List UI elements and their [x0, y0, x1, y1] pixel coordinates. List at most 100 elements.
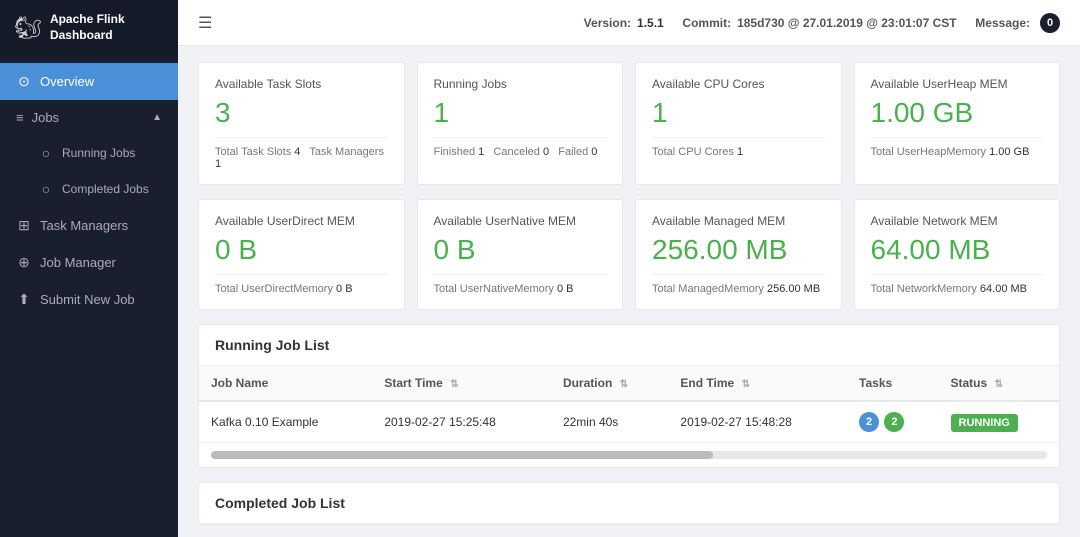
- running-job-list-section: Running Job List Job Name Start Time ⇅ D…: [198, 324, 1060, 468]
- stat-label-usernative-mem: Available UserNative MEM: [434, 214, 607, 228]
- sort-start-time-icon: ⇅: [450, 379, 458, 390]
- stat-card-task-slots: Available Task Slots 3 Total Task Slots …: [198, 62, 405, 185]
- stat-total-usernative: 0 B: [557, 283, 574, 295]
- dashboard-content: Available Task Slots 3 Total Task Slots …: [178, 46, 1080, 537]
- stats-row-1: Available Task Slots 3 Total Task Slots …: [198, 62, 1060, 185]
- version-label: Version:: [584, 16, 631, 30]
- stat-card-userdirect-mem: Available UserDirect MEM 0 B Total UserD…: [198, 199, 405, 310]
- stat-footer-network-mem: Total NetworkMemory 64.00 MB: [871, 274, 1044, 295]
- stat-total-userheap: 1.00 GB: [989, 146, 1029, 158]
- stat-footer-task-slots: Total Task Slots 4 Task Managers 1: [215, 137, 388, 170]
- sidebar-header: 🐿 Apache Flink Dashboard: [0, 0, 178, 55]
- job-manager-icon: ⊕: [16, 254, 32, 271]
- sidebar-item-jobs[interactable]: ≡ Jobs ▲: [0, 100, 178, 135]
- stat-footer-userheap-mem: Total UserHeapMemory 1.00 GB: [871, 137, 1044, 158]
- task-badge-blue: 2: [859, 412, 879, 432]
- running-job-list-title: Running Job List: [199, 325, 1059, 366]
- stat-card-running-jobs: Running Jobs 1 Finished 1 Canceled 0 Fai…: [417, 62, 624, 185]
- stat-total-cpu: 1: [737, 146, 743, 158]
- menu-toggle-icon[interactable]: ☰: [198, 13, 212, 33]
- stat-total-managed: 256.00 MB: [767, 283, 820, 295]
- stat-footer-running-jobs: Finished 1 Canceled 0 Failed 0: [434, 137, 607, 158]
- horizontal-scrollbar[interactable]: [211, 451, 1047, 459]
- topbar-left: ☰: [198, 13, 212, 33]
- message-badge[interactable]: 0: [1040, 13, 1060, 33]
- stat-card-managed-mem: Available Managed MEM 256.00 MB Total Ma…: [635, 199, 842, 310]
- table-header-row: Job Name Start Time ⇅ Duration ⇅ End Tim…: [199, 366, 1059, 401]
- cell-tasks: 2 2: [847, 401, 938, 443]
- stat-footer-cpu-cores: Total CPU Cores 1: [652, 137, 825, 158]
- scrollbar-thumb: [211, 451, 713, 459]
- stat-value-userdirect-mem: 0 B: [215, 236, 388, 264]
- stat-label-cpu-cores: Available CPU Cores: [652, 77, 825, 91]
- stat-card-cpu-cores: Available CPU Cores 1 Total CPU Cores 1: [635, 62, 842, 185]
- sidebar-nav: ⊙ Overview ≡ Jobs ▲ ○ Running Jobs ○ Com…: [0, 55, 178, 537]
- sort-status-icon: ⇅: [995, 379, 1003, 390]
- stat-footer-usernative-mem: Total UserNativeMemory 0 B: [434, 274, 607, 295]
- commit-value: 185d730 @ 27.01.2019 @ 23:01:07 CST: [737, 16, 957, 30]
- stat-label-managed-mem: Available Managed MEM: [652, 214, 825, 228]
- col-status[interactable]: Status ⇅: [939, 366, 1060, 401]
- sidebar-item-completed-jobs[interactable]: ○ Completed Jobs: [0, 171, 178, 207]
- stat-value-network-mem: 64.00 MB: [871, 236, 1044, 264]
- main-content: ☰ Version: 1.5.1 Commit: 185d730 @ 27.01…: [178, 0, 1080, 537]
- stat-value-userheap-mem: 1.00 GB: [871, 99, 1044, 127]
- stat-value-cpu-cores: 1: [652, 99, 825, 127]
- topbar: ☰ Version: 1.5.1 Commit: 185d730 @ 27.01…: [178, 0, 1080, 46]
- stat-label-userdirect-mem: Available UserDirect MEM: [215, 214, 388, 228]
- cell-job-name: Kafka 0.10 Example: [199, 401, 372, 443]
- stat-label-running-jobs: Running Jobs: [434, 77, 607, 91]
- stat-label-network-mem: Available Network MEM: [871, 214, 1044, 228]
- stat-finished: 1: [478, 146, 484, 158]
- cell-end-time: 2019-02-27 15:48:28: [668, 401, 847, 443]
- topbar-right: Version: 1.5.1 Commit: 185d730 @ 27.01.2…: [584, 13, 1060, 33]
- cell-duration: 22min 40s: [551, 401, 668, 443]
- stat-footer-userdirect-mem: Total UserDirectMemory 0 B: [215, 274, 388, 295]
- stat-card-network-mem: Available Network MEM 64.00 MB Total Net…: [854, 199, 1061, 310]
- table-row[interactable]: Kafka 0.10 Example 2019-02-27 15:25:48 2…: [199, 401, 1059, 443]
- sidebar-item-running-jobs[interactable]: ○ Running Jobs: [0, 135, 178, 171]
- stat-label-task-slots: Available Task Slots: [215, 77, 388, 91]
- sidebar-item-running-jobs-label: Running Jobs: [62, 146, 135, 160]
- stat-failed: 0: [591, 146, 597, 158]
- sort-duration-icon: ⇅: [620, 379, 628, 390]
- overview-icon: ⊙: [16, 73, 32, 90]
- sidebar-item-task-managers-label: Task Managers: [40, 218, 128, 233]
- stat-value-usernative-mem: 0 B: [434, 236, 607, 264]
- stat-canceled: 0: [543, 146, 549, 158]
- sidebar-item-task-managers[interactable]: ⊞ Task Managers: [0, 207, 178, 244]
- completed-job-list-title: Completed Job List: [199, 483, 1059, 524]
- sidebar-item-job-manager[interactable]: ⊕ Job Manager: [0, 244, 178, 281]
- running-jobs-table-body: Kafka 0.10 Example 2019-02-27 15:25:48 2…: [199, 401, 1059, 443]
- commit-label: Commit:: [682, 16, 731, 30]
- app-logo: 🐿: [14, 14, 42, 42]
- sidebar-item-overview[interactable]: ⊙ Overview: [0, 63, 178, 100]
- submit-job-icon: ⬆: [16, 291, 32, 308]
- col-duration[interactable]: Duration ⇅: [551, 366, 668, 401]
- stat-value-task-slots: 3: [215, 99, 388, 127]
- stat-label-userheap-mem: Available UserHeap MEM: [871, 77, 1044, 91]
- running-jobs-icon: ○: [38, 145, 54, 161]
- col-tasks[interactable]: Tasks: [847, 366, 938, 401]
- col-job-name[interactable]: Job Name: [199, 366, 372, 401]
- jobs-icon: ≡: [16, 110, 24, 125]
- sidebar-item-overview-label: Overview: [40, 74, 94, 89]
- sidebar-item-submit-job[interactable]: ⬆ Submit New Job: [0, 281, 178, 318]
- stats-row-2: Available UserDirect MEM 0 B Total UserD…: [198, 199, 1060, 310]
- cell-status: RUNNING: [939, 401, 1060, 443]
- version-value: 1.5.1: [637, 16, 664, 30]
- task-managers-icon: ⊞: [16, 217, 32, 234]
- col-start-time[interactable]: Start Time ⇅: [372, 366, 551, 401]
- stat-task-managers: 1: [215, 158, 221, 170]
- sidebar-item-job-manager-label: Job Manager: [40, 255, 116, 270]
- col-end-time[interactable]: End Time ⇅: [668, 366, 847, 401]
- completed-job-list-section: Completed Job List: [198, 482, 1060, 525]
- stat-card-usernative-mem: Available UserNative MEM 0 B Total UserN…: [417, 199, 624, 310]
- sidebar: 🐿 Apache Flink Dashboard ⊙ Overview ≡ Jo…: [0, 0, 178, 537]
- stat-value-running-jobs: 1: [434, 99, 607, 127]
- stat-total-task-slots: 4: [294, 146, 300, 158]
- stat-total-network: 64.00 MB: [980, 283, 1027, 295]
- stat-footer-managed-mem: Total ManagedMemory 256.00 MB: [652, 274, 825, 295]
- jobs-submenu: ○ Running Jobs ○ Completed Jobs: [0, 135, 178, 207]
- app-title: Apache Flink Dashboard: [50, 12, 164, 43]
